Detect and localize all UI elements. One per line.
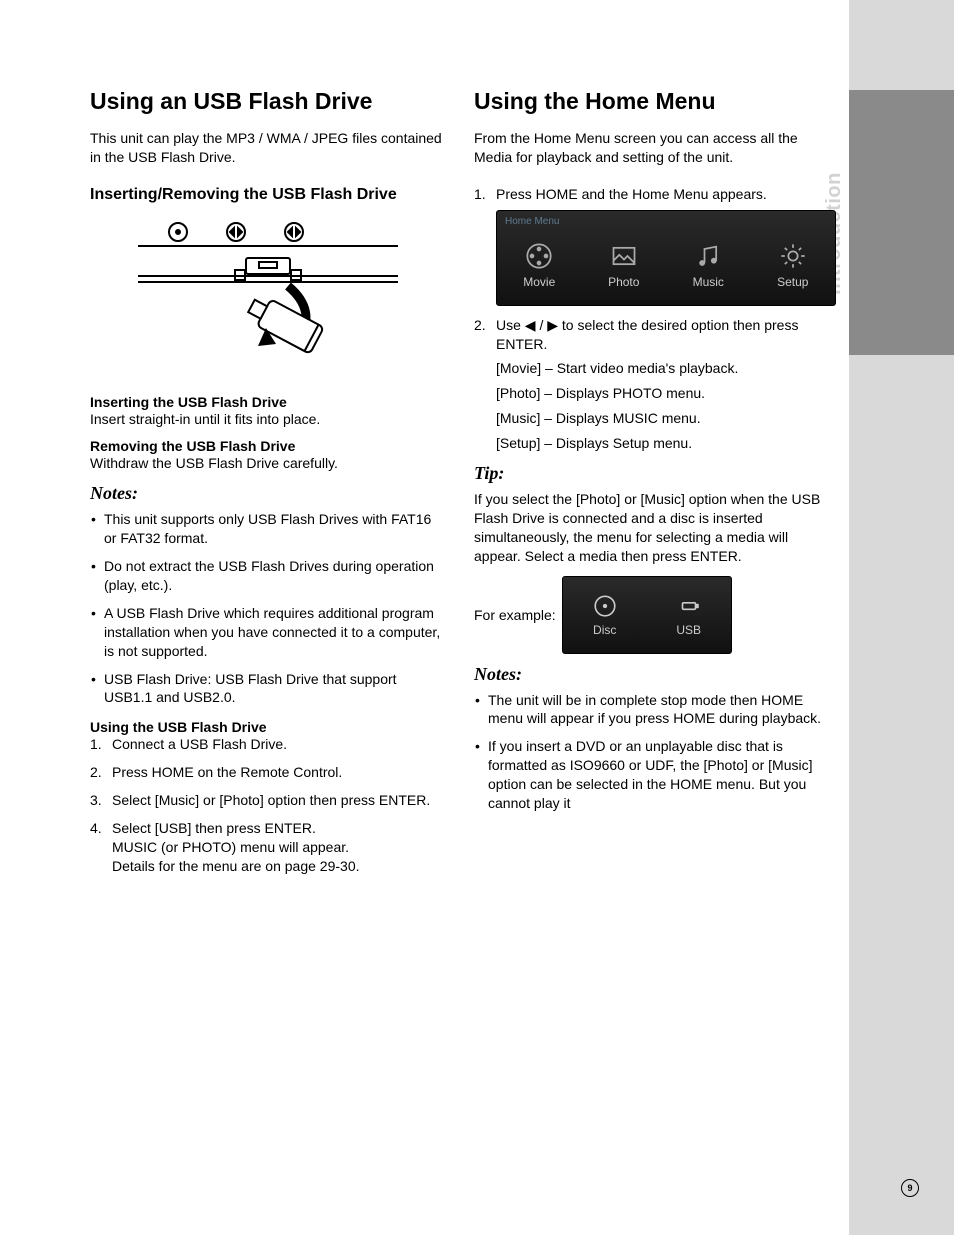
media-label: Disc bbox=[593, 623, 616, 637]
list-item: Do not extract the USB Flash Drives duri… bbox=[90, 557, 446, 595]
list-item: Press HOME on the Remote Control. bbox=[90, 763, 446, 782]
option-photo: [Photo] – Displays PHOTO menu. bbox=[496, 384, 830, 403]
menu-label: Movie bbox=[523, 274, 555, 290]
page-content: Using an USB Flash Drive This unit can p… bbox=[90, 88, 830, 885]
tip-body: If you select the [Photo] or [Music] opt… bbox=[474, 490, 830, 566]
right-column: Using the Home Menu From the Home Menu s… bbox=[474, 88, 830, 885]
gear-icon bbox=[779, 242, 807, 270]
option-music: [Music] – Displays MUSIC menu. bbox=[496, 409, 830, 428]
step-text: Use ◀ / ▶ to select the desired option t… bbox=[496, 317, 798, 352]
list-item: This unit supports only USB Flash Drives… bbox=[90, 510, 446, 548]
music-note-icon bbox=[694, 242, 722, 270]
using-subhead: Using the USB Flash Drive bbox=[90, 719, 446, 735]
remove-subhead: Removing the USB Flash Drive bbox=[90, 438, 446, 454]
menu-item-setup: Setup bbox=[751, 228, 836, 305]
list-item: Select [USB] then press ENTER. MUSIC (or… bbox=[90, 819, 446, 876]
media-item-usb: USB bbox=[647, 577, 731, 653]
heading-usb: Using an USB Flash Drive bbox=[90, 88, 446, 115]
left-column: Using an USB Flash Drive This unit can p… bbox=[90, 88, 446, 885]
notes-list-left: This unit supports only USB Flash Drives… bbox=[90, 510, 446, 707]
menu-title: Home Menu bbox=[497, 211, 835, 229]
menu-item-music: Music bbox=[666, 228, 751, 305]
heading-home-menu: Using the Home Menu bbox=[474, 88, 830, 115]
menu-label: Setup bbox=[777, 274, 808, 290]
list-item: Use ◀ / ▶ to select the desired option t… bbox=[474, 316, 830, 453]
home-steps: Press HOME and the Home Menu appears. Ho… bbox=[474, 185, 830, 453]
page-number: 9 bbox=[901, 1179, 919, 1197]
example-row: For example: Disc USB bbox=[474, 576, 830, 654]
disc-icon bbox=[592, 593, 618, 619]
photo-icon bbox=[610, 242, 638, 270]
menu-label: Music bbox=[693, 274, 724, 290]
intro-home: From the Home Menu screen you can access… bbox=[474, 129, 830, 167]
using-steps: Connect a USB Flash Drive. Press HOME on… bbox=[90, 735, 446, 875]
section-tab bbox=[849, 90, 954, 355]
list-item: The unit will be in complete stop mode t… bbox=[474, 691, 830, 729]
list-item: Select [Music] or [Photo] option then pr… bbox=[90, 791, 446, 810]
notes-heading-right: Notes: bbox=[474, 664, 830, 685]
example-label: For example: bbox=[474, 607, 556, 623]
list-item: Press HOME and the Home Menu appears. Ho… bbox=[474, 185, 830, 306]
media-label: USB bbox=[676, 623, 701, 637]
notes-heading-left: Notes: bbox=[90, 483, 446, 504]
list-item: A USB Flash Drive which requires additio… bbox=[90, 604, 446, 661]
intro-usb: This unit can play the MP3 / WMA / JPEG … bbox=[90, 129, 446, 167]
menu-item-movie: Movie bbox=[497, 228, 582, 305]
step-text: Press HOME and the Home Menu appears. bbox=[496, 186, 767, 202]
option-setup: [Setup] – Displays Setup menu. bbox=[496, 434, 830, 453]
list-item: Connect a USB Flash Drive. bbox=[90, 735, 446, 754]
usb-icon bbox=[676, 593, 702, 619]
subheading-insert-remove: Inserting/Removing the USB Flash Drive bbox=[90, 185, 446, 206]
insert-subhead: Inserting the USB Flash Drive bbox=[90, 394, 446, 410]
usb-insertion-diagram bbox=[138, 216, 398, 376]
menu-label: Photo bbox=[608, 274, 639, 290]
list-item: USB Flash Drive: USB Flash Drive that su… bbox=[90, 670, 446, 708]
home-menu-screenshot: Home Menu Movie Photo Music bbox=[496, 210, 836, 306]
list-item: If you insert a DVD or an unplayable dis… bbox=[474, 737, 830, 813]
media-item-disc: Disc bbox=[563, 577, 647, 653]
remove-body: Withdraw the USB Flash Drive carefully. bbox=[90, 454, 446, 473]
option-movie: [Movie] – Start video media's playback. bbox=[496, 359, 830, 378]
film-reel-icon bbox=[525, 242, 553, 270]
notes-list-right: The unit will be in complete stop mode t… bbox=[474, 691, 830, 813]
media-select-screenshot: Disc USB bbox=[562, 576, 732, 654]
menu-item-photo: Photo bbox=[582, 228, 667, 305]
insert-body: Insert straight-in until it fits into pl… bbox=[90, 410, 446, 429]
tip-heading: Tip: bbox=[474, 463, 830, 484]
